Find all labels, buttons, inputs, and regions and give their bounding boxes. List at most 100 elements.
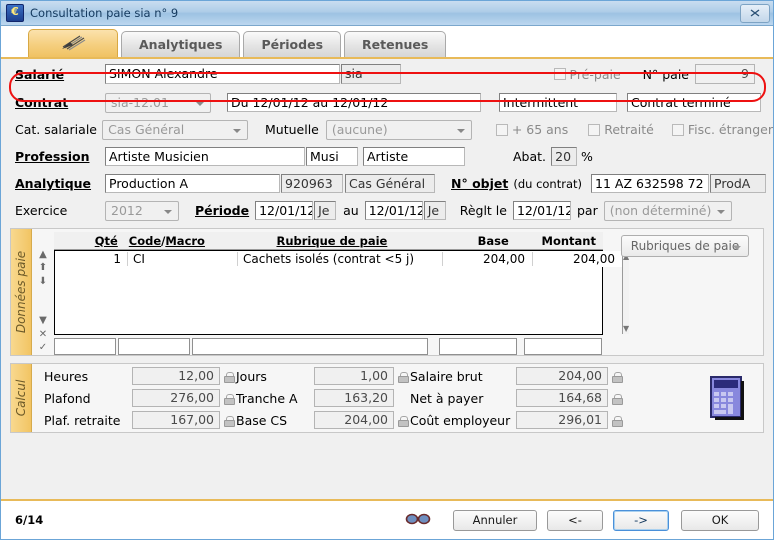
profession-input[interactable]: Artiste Musicien <box>105 147 305 166</box>
arrow-up-top-icon[interactable]: ⬆ <box>39 262 47 275</box>
arrow-down-icon[interactable]: ▼ <box>39 315 47 328</box>
tab-general[interactable] <box>28 29 118 57</box>
analytique-code-input[interactable]: 920963 <box>281 174 343 193</box>
calcul-tab[interactable]: Calcul <box>11 364 32 432</box>
reglement-mode-select[interactable]: (non déterminé) <box>603 200 732 221</box>
grid-header: Qté Code/Macro Rubrique de paie Base Mon… <box>54 232 603 250</box>
mutuelle-label: Mutuelle <box>265 122 319 137</box>
tab-analytiques[interactable]: Analytiques <box>121 31 241 57</box>
col-header-base[interactable]: Base <box>429 234 516 248</box>
prepaie-checkbox-box <box>553 68 566 80</box>
analytique-input[interactable]: Production A <box>105 174 280 193</box>
ok-button[interactable]: OK <box>681 509 759 531</box>
donnees-paie-tab[interactable]: Données paie <box>11 229 32 355</box>
jours-input[interactable]: 1,00 <box>314 367 394 385</box>
plaf-retraite-input[interactable]: 167,00 <box>132 411 220 429</box>
plafond-input[interactable]: 276,00 <box>132 389 220 407</box>
heures-input[interactable]: 12,00 <box>132 367 220 385</box>
analytique-cas-input[interactable]: Cas Général <box>345 174 435 193</box>
edit-code-input[interactable] <box>118 338 190 355</box>
contrat-statut-input[interactable]: Contrat terminé <box>627 93 761 112</box>
salarie-label: Salarié <box>15 66 65 82</box>
plus65-checkbox[interactable]: + 65 ans <box>495 122 568 137</box>
ok-button-label: OK <box>711 513 729 527</box>
edit-base-input[interactable] <box>439 338 517 355</box>
periode-label: Période <box>195 203 250 218</box>
salarie-code-input[interactable]: sia <box>341 64 401 84</box>
donnees-paie-panel: Données paie ▲ ⬆ ⬇ ▼ ✕ ✓ Qté Code/Macro <box>10 228 764 356</box>
previous-button[interactable]: <- <box>547 509 603 531</box>
delete-x-icon[interactable]: ✕ <box>39 329 47 342</box>
row-profession: Profession Artiste Musicien Musi Artiste… <box>1 143 773 170</box>
cout-employeur-input[interactable]: 296,01 <box>516 411 608 429</box>
col-header-code-macro[interactable]: Code/Macro <box>124 234 230 248</box>
previous-button-label: <- <box>568 513 582 527</box>
donnees-paie-body: ▲ ⬆ ⬇ ▼ ✕ ✓ Qté Code/Macro Rubrique de p… <box>32 229 763 355</box>
edit-montant-input[interactable] <box>524 338 602 355</box>
objet-input[interactable]: 11 AZ 632598 72 <box>591 174 710 193</box>
close-icon[interactable] <box>740 3 770 23</box>
tab-periodes-label: Périodes <box>261 37 324 52</box>
numpaie-label: N° paie <box>642 66 689 82</box>
salaire-brut-input[interactable]: 204,00 <box>516 367 608 385</box>
periode-from-day: Je <box>314 201 337 220</box>
reglement-date-input[interactable]: 12/01/12 <box>512 201 571 220</box>
calcul-body: Heures 12,00 Jours 1,00 Salaire brut 204… <box>32 364 763 432</box>
calculator-button[interactable] <box>691 375 763 421</box>
calcul-panel: Calcul Heures 12,00 Jours 1,00 Salaire b… <box>10 363 764 433</box>
cell-rubrique: Cachets isolés (contrat <5 j) <box>237 252 442 266</box>
cell-code: CI <box>127 252 237 266</box>
row-categorie: Cat. salariale Cas Général Mutuelle (auc… <box>1 116 773 143</box>
glasses-icon[interactable] <box>405 512 431 529</box>
profession-famille-input[interactable]: Artiste <box>363 147 465 166</box>
fisc-etranger-checkbox[interactable]: Fisc. étranger <box>671 122 773 137</box>
categorie-label: Cat. salariale <box>15 122 97 137</box>
table-row[interactable]: 1 CI Cachets isolés (contrat <5 j) 204,0… <box>55 251 622 267</box>
prepaie-checkbox[interactable]: Pré-paie <box>553 67 621 82</box>
tranche-a-input[interactable]: 163,20 <box>314 389 394 407</box>
salarie-name-input[interactable]: SIMON Alexandre <box>105 64 340 84</box>
profession-code-input[interactable]: Musi <box>306 147 358 166</box>
fisc-etranger-checkbox-box <box>671 123 684 136</box>
page-indicator: 6/14 <box>15 513 44 527</box>
validate-check-icon[interactable]: ✓ <box>39 342 47 355</box>
retraite-checkbox[interactable]: Retraité <box>588 122 654 137</box>
objet-code-input[interactable]: ProdA <box>710 174 767 193</box>
periode-to-input[interactable]: 12/01/12 <box>364 201 423 220</box>
cancel-button[interactable]: Annuler <box>453 509 537 531</box>
arrow-up-icon[interactable]: ▲ <box>39 249 47 262</box>
numpaie-input[interactable]: 9 <box>695 64 755 84</box>
analytique-label: Analytique <box>15 176 92 191</box>
tab-periodes[interactable]: Périodes <box>243 31 342 57</box>
edit-qte-input[interactable] <box>54 338 116 355</box>
cancel-button-label: Annuler <box>472 513 518 527</box>
arrow-down-bottom-icon[interactable]: ⬇ <box>39 276 47 289</box>
contrat-periode-input[interactable]: Du 12/01/12 au 12/01/12 <box>227 93 481 112</box>
plafond-label: Plafond <box>44 390 91 406</box>
mutuelle-select[interactable]: (aucune) <box>325 119 472 140</box>
form-area: Salarié SIMON Alexandre sia Pré-paie N° … <box>1 59 773 224</box>
col-header-rubrique[interactable]: Rubrique de paie <box>230 234 428 248</box>
calcul-fields-grid: Heures 12,00 Jours 1,00 Salaire brut 204… <box>32 360 691 436</box>
next-button[interactable]: -> <box>613 509 669 531</box>
base-cs-input[interactable]: 204,00 <box>314 411 394 429</box>
tab-retenues[interactable]: Retenues <box>344 31 447 57</box>
title-bar: € Consultation paie sia n° 9 <box>1 1 773 26</box>
donnees-paie-tab-label: Données paie <box>14 250 28 334</box>
col-header-qte[interactable]: Qté <box>54 234 124 248</box>
edit-rubrique-input[interactable] <box>192 338 428 355</box>
retraite-label: Retraité <box>604 122 654 137</box>
chevron-down-icon <box>733 246 741 250</box>
col-header-montant[interactable]: Montant <box>516 234 603 248</box>
contrat-type-input[interactable]: Intermittent <box>499 93 617 112</box>
rubriques-de-paie-button[interactable]: Rubriques de paie <box>621 235 749 257</box>
col-header-code: Code <box>128 233 162 248</box>
retraite-checkbox-box <box>588 123 601 136</box>
net-a-payer-input[interactable]: 164,68 <box>516 389 608 407</box>
contrat-select[interactable]: sia-12.01 <box>105 92 211 113</box>
exercice-select[interactable]: 2012 <box>105 200 179 221</box>
abattement-input[interactable]: 20 <box>551 147 578 166</box>
categorie-select[interactable]: Cas Général <box>102 119 249 140</box>
periode-from-input[interactable]: 12/01/12 <box>255 201 314 220</box>
cout-employeur-label: Coût employeur <box>410 412 511 428</box>
